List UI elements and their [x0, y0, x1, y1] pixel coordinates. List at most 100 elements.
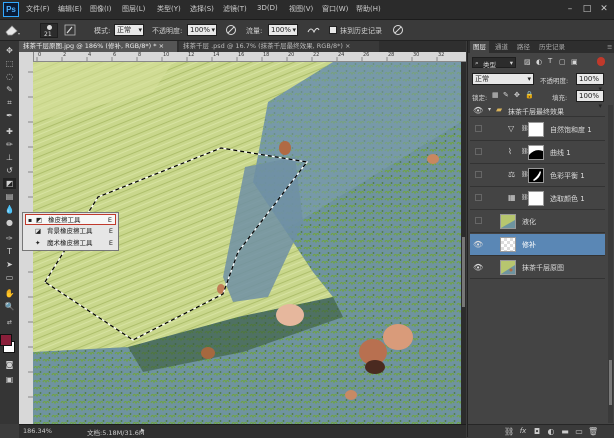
- lock-position-icon[interactable]: ✥: [514, 91, 520, 99]
- new-layer-icon[interactable]: ▭: [574, 427, 584, 436]
- lock-pixels-icon[interactable]: ✎: [503, 91, 509, 99]
- visibility-toggle[interactable]: [475, 125, 482, 132]
- filter-pixel-icon[interactable]: ▨: [524, 58, 531, 66]
- layer-style-icon[interactable]: fx: [518, 427, 528, 435]
- link-layers-icon[interactable]: ⛓: [504, 427, 514, 436]
- scroll-thumb[interactable]: [609, 360, 612, 405]
- dodge-tool-icon[interactable]: ●: [3, 217, 16, 228]
- layers-scrollbar[interactable]: [608, 105, 613, 423]
- background-eraser-item[interactable]: ◪ 背景橡皮擦工具 E: [25, 226, 116, 237]
- layer-row[interactable]: ▽ ⛓ 自然饱和度 1: [470, 119, 605, 141]
- eye-icon[interactable]: 👁: [473, 263, 483, 272]
- minimize-button[interactable]: –: [563, 3, 577, 15]
- flow-input[interactable]: 100% ▾: [268, 24, 298, 36]
- reset-colors-icon[interactable]: ⇄: [3, 317, 16, 328]
- layer-row[interactable]: 👁 抹茶千层原图: [470, 257, 605, 279]
- layer-group-row[interactable]: 👁 ▾ ▰ 抹茶千层最终效果: [470, 105, 605, 117]
- scroll-thumb[interactable]: [462, 237, 465, 307]
- airbrush-icon[interactable]: [306, 24, 320, 36]
- canvas-scrollbar[interactable]: [461, 62, 466, 424]
- menu-view[interactable]: 视图(V): [289, 4, 313, 14]
- visibility-toggle[interactable]: [475, 194, 482, 201]
- filter-type-icon[interactable]: T: [548, 57, 552, 65]
- lasso-tool-icon[interactable]: ◌: [3, 71, 16, 82]
- menu-3d[interactable]: 3D(D): [257, 4, 278, 12]
- pressure-size-icon[interactable]: [392, 24, 404, 36]
- clone-stamp-tool-icon[interactable]: ⊥: [3, 152, 16, 163]
- quick-mask-icon[interactable]: ◙: [3, 359, 16, 370]
- screen-mode-icon[interactable]: ▣: [3, 374, 16, 385]
- foreground-color-swatch[interactable]: [0, 334, 12, 346]
- move-tool-icon[interactable]: ✥: [3, 45, 16, 56]
- erase-to-history-checkbox[interactable]: [329, 26, 337, 34]
- lock-all-icon[interactable]: 🔒: [525, 91, 534, 99]
- tab-document-2[interactable]: 抹茶千层 .psd @ 16.7% (抹茶千层最终效果, RGB/8*) ×: [179, 41, 379, 52]
- eye-icon[interactable]: 👁: [473, 106, 483, 115]
- filter-adjust-icon[interactable]: ◐: [536, 58, 542, 66]
- tab-paths[interactable]: 路径: [514, 41, 533, 53]
- maximize-button[interactable]: □: [580, 3, 594, 15]
- menu-select[interactable]: 选择(S): [190, 4, 214, 14]
- filter-toggle[interactable]: [597, 57, 605, 66]
- eraser-preset-icon[interactable]: [4, 24, 20, 36]
- gradient-tool-icon[interactable]: ▤: [3, 191, 16, 202]
- eye-icon[interactable]: 👁: [473, 240, 483, 249]
- hand-tool-icon[interactable]: ✋: [3, 288, 16, 299]
- pressure-opacity-icon[interactable]: [225, 24, 237, 36]
- healing-brush-tool-icon[interactable]: ✚: [3, 126, 16, 137]
- panel-menu-icon[interactable]: ≡: [604, 41, 614, 53]
- tab-document-1[interactable]: 抹茶千层原图.jpg @ 186% (修补, RGB/8*) * ×: [19, 41, 177, 52]
- layer-opacity-input[interactable]: 100% ▾: [576, 73, 604, 93]
- zoom-level[interactable]: 186.34%: [23, 427, 52, 435]
- tab-layers[interactable]: 图层: [470, 41, 489, 53]
- add-mask-icon[interactable]: ◘: [532, 427, 542, 436]
- chevron-down-icon[interactable]: ▾: [488, 106, 491, 113]
- layer-row-selected[interactable]: 👁 修补: [470, 234, 605, 256]
- visibility-toggle[interactable]: [475, 171, 482, 178]
- opacity-input[interactable]: 100% ▾: [187, 24, 217, 36]
- history-brush-tool-icon[interactable]: ↺: [3, 165, 16, 176]
- tab-channels[interactable]: 通道: [492, 41, 511, 53]
- new-adjustment-icon[interactable]: ◐: [546, 427, 556, 436]
- trash-icon[interactable]: 🗑: [588, 427, 598, 436]
- close-tab-icon[interactable]: ×: [159, 42, 164, 50]
- mode-select[interactable]: 正常 ▾: [114, 24, 144, 36]
- layer-row[interactable]: ▦ ⛓ 选取颜色 1: [470, 188, 605, 210]
- fill-input[interactable]: 100% ▾: [576, 90, 604, 110]
- crop-tool-icon[interactable]: ⌗: [3, 97, 16, 108]
- menu-window[interactable]: 窗口(W): [322, 4, 348, 14]
- menu-file[interactable]: 文件(F): [26, 4, 50, 14]
- blend-mode-select[interactable]: 正常 ▾: [472, 73, 534, 85]
- filter-smart-icon[interactable]: ▣: [571, 58, 578, 66]
- magic-eraser-item[interactable]: ✦ 魔术橡皮擦工具 E: [25, 238, 116, 249]
- layer-row[interactable]: ⚖ ⛓ 色彩平衡 1: [470, 165, 605, 187]
- close-tab-icon[interactable]: ×: [345, 42, 350, 50]
- blur-tool-icon[interactable]: 💧: [3, 204, 16, 215]
- eraser-tool-item[interactable]: ▪ ◩ 橡皮擦工具 E: [25, 214, 116, 225]
- tab-history[interactable]: 历史记录: [536, 41, 568, 53]
- layer-kind-filter[interactable]: ⌕ 类型 ▾: [472, 57, 516, 69]
- menu-layer[interactable]: 图层(L): [122, 4, 145, 14]
- marquee-tool-icon[interactable]: ⬚: [3, 58, 16, 69]
- layer-row[interactable]: ⌇ ⛓ 曲线 1: [470, 142, 605, 164]
- filter-shape-icon[interactable]: ▢: [559, 58, 566, 66]
- layer-row[interactable]: 液化: [470, 211, 605, 233]
- menu-type[interactable]: 类型(Y): [157, 4, 181, 14]
- brush-size-picker[interactable]: 21: [40, 23, 58, 38]
- brush-panel-icon[interactable]: [64, 24, 76, 36]
- pen-tool-icon[interactable]: ✑: [3, 233, 16, 244]
- lock-transparency-icon[interactable]: ▦: [492, 91, 499, 99]
- menu-image[interactable]: 图像(I): [90, 4, 112, 14]
- zoom-tool-icon[interactable]: 🔍: [3, 301, 16, 312]
- status-arrow-icon[interactable]: ▸: [141, 426, 145, 434]
- menu-help[interactable]: 帮助(H): [356, 4, 381, 14]
- type-tool-icon[interactable]: T: [3, 246, 16, 257]
- brush-tool-icon[interactable]: ✏: [3, 139, 16, 150]
- visibility-toggle[interactable]: [475, 148, 482, 155]
- eyedropper-tool-icon[interactable]: ✒: [3, 110, 16, 121]
- menu-edit[interactable]: 编辑(E): [58, 4, 82, 14]
- menu-filter[interactable]: 滤镜(T): [223, 4, 247, 14]
- path-select-tool-icon[interactable]: ➤: [3, 259, 16, 270]
- eraser-tool-icon[interactable]: ◩: [3, 178, 16, 189]
- new-group-icon[interactable]: ▬: [560, 427, 570, 436]
